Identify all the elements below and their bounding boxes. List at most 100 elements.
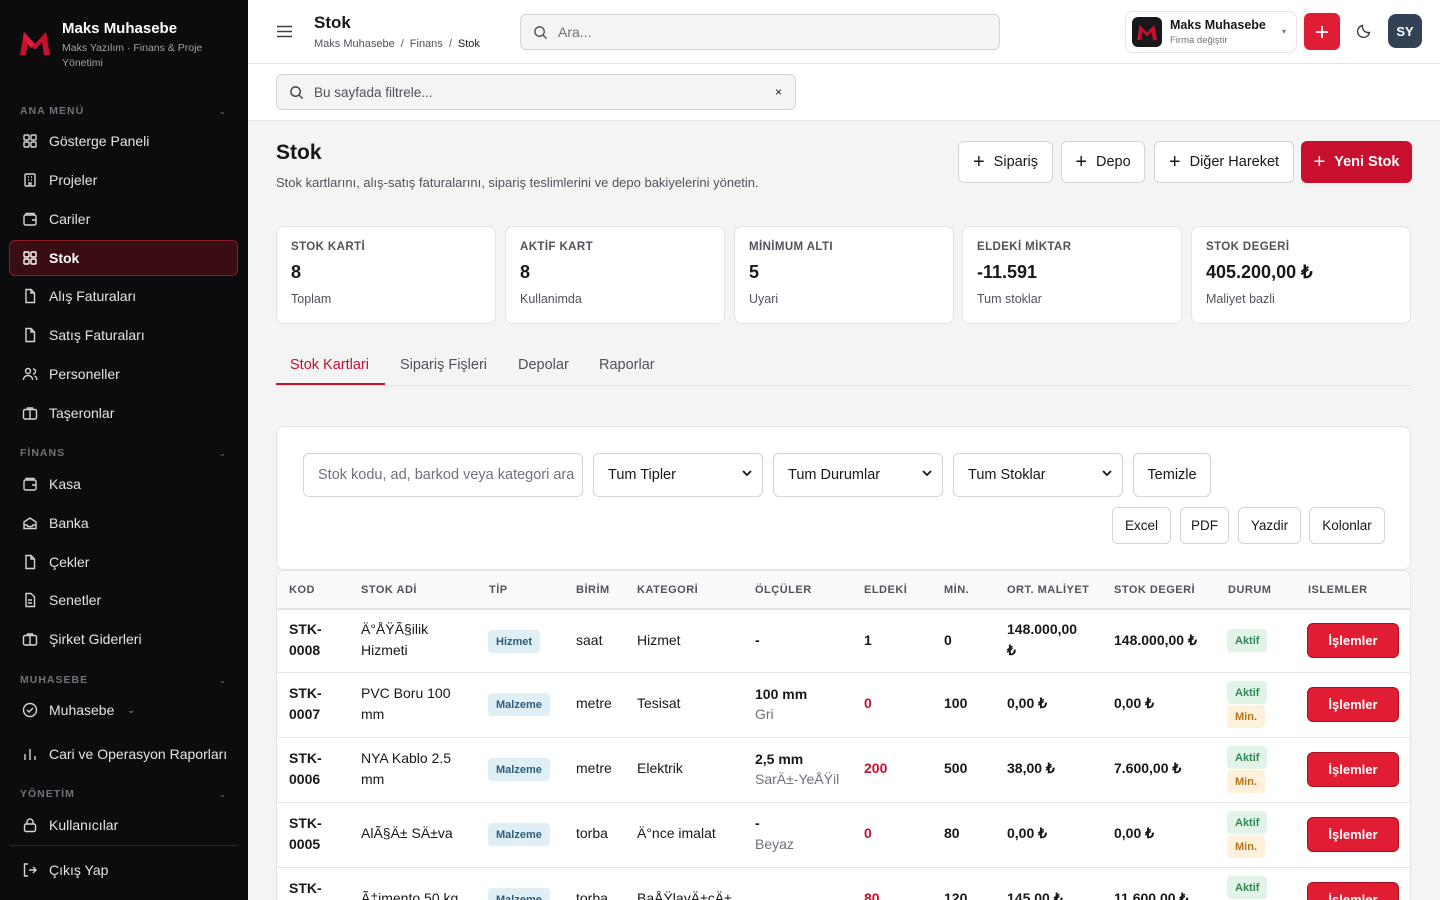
column-header[interactable]: STOK DEGERİ (1114, 584, 1195, 596)
status-badge: Aktif (1227, 811, 1268, 834)
stat-label: AKTİF KART (520, 241, 593, 253)
sidebar-item-users[interactable]: Kullanıcılar (9, 807, 238, 843)
row-actions-button[interactable]: İşlemler (1307, 752, 1399, 787)
grid-icon (23, 251, 37, 265)
row-actions-button[interactable]: İşlemler (1307, 817, 1399, 852)
table-row[interactable]: STK- 0008 Ä°ÅŸÃ§ilik Hizmeti Hizmet saat H… (277, 610, 1410, 673)
name-part: mm (361, 706, 385, 722)
warehouse-button[interactable]: + Depo (1061, 141, 1145, 183)
new-stock-label: Yeni Stok (1334, 154, 1400, 170)
cost-part: 148.000,00 (1007, 621, 1078, 637)
wallet-icon (23, 212, 37, 226)
clear-button[interactable]: Temizle (1133, 453, 1211, 497)
sidebar-item-label: Taşeronlar (49, 405, 115, 421)
row-actions-button[interactable]: İşlemler (1307, 882, 1399, 900)
sidebar-item-checks[interactable]: Çekler (9, 544, 238, 580)
users-icon (22, 367, 38, 381)
status-select[interactable]: Tum Durumlar (773, 453, 943, 497)
quick-add-button[interactable] (1304, 13, 1340, 50)
tab-stock-cards[interactable]: Stok Kartlari (290, 357, 369, 373)
sidebar-item-reports[interactable]: Cari ve Operasyon Raporları (9, 736, 238, 772)
sidebar-item-dashboard[interactable]: Gösterge Paneli (9, 123, 238, 159)
company-switcher[interactable]: Maks Muhasebe Firma değiştir ▾ (1125, 11, 1297, 53)
sidebar-item-accounts[interactable]: Cariler (9, 201, 238, 237)
avatar[interactable]: SY (1388, 14, 1422, 48)
chevron-down-icon[interactable]: ⌄ (219, 676, 226, 685)
table-row[interactable]: STK- 0007 PVC Boru 100 mm Malzeme metre Te… (277, 673, 1410, 738)
company-logo (1132, 17, 1162, 47)
sidebar-item-accounting[interactable]: Muhasebe ⌄ (9, 692, 238, 728)
print-button[interactable]: Yazdir (1238, 507, 1301, 544)
row-name: Ä°ÅŸÃ§ilik Hizmeti (361, 619, 428, 661)
hamburger-menu-icon[interactable] (276, 23, 293, 40)
sidebar-item-bank[interactable]: Banka (9, 505, 238, 541)
sidebar-item-notes[interactable]: Senetler (9, 582, 238, 618)
page-filter-input[interactable]: Bu sayfada filtrele... × (276, 74, 796, 110)
column-header[interactable]: TİP (489, 584, 508, 596)
company-switch-label: Firma değiştir (1170, 35, 1228, 46)
section-title-finance: FİNANS (20, 447, 66, 459)
excel-button[interactable]: Excel (1112, 507, 1171, 544)
order-button[interactable]: + Sipariş (958, 141, 1053, 183)
column-header[interactable]: MİN. (944, 584, 969, 596)
tab-warehouses[interactable]: Depolar (518, 357, 569, 373)
stock-search-input[interactable]: Stok kodu, ad, barkod veya kategori ara (303, 453, 583, 497)
row-code: STK- 0005 (289, 813, 322, 855)
sidebar-item-subcontractors[interactable]: Taşeronlar (9, 395, 238, 431)
sidebar-item-sales-invoices[interactable]: Satış Faturaları (9, 317, 238, 353)
column-header[interactable]: STOK ADİ (361, 584, 417, 596)
columns-button[interactable]: Kolonlar (1309, 507, 1385, 544)
sidebar-item-stock[interactable]: Stok (9, 240, 238, 276)
row-actions-button[interactable]: İşlemler (1307, 623, 1399, 658)
table-row[interactable]: STK- 0005 AlÃ§Ä± SÄ±va Malzeme torba Ä°nc… (277, 803, 1410, 868)
sidebar-item-cash[interactable]: Kasa (9, 466, 238, 502)
other-movement-button[interactable]: + Diğer Hareket (1154, 141, 1294, 183)
code-part: STK- (289, 750, 322, 766)
column-header[interactable]: BİRİM (576, 584, 610, 596)
sidebar-item-projects[interactable]: Projeler (9, 162, 238, 198)
moon-icon[interactable] (1356, 23, 1372, 39)
column-header[interactable]: ELDEKİ (864, 584, 907, 596)
type-select-value: Tum Tipler (608, 467, 676, 483)
row-size-sub: Beyaz (755, 836, 794, 852)
chevron-down-icon[interactable]: ⌄ (219, 449, 226, 458)
new-stock-button[interactable]: + Yeni Stok (1301, 141, 1412, 183)
code-part: 0008 (289, 642, 321, 658)
breadcrumb-item[interactable]: Maks Muhasebe (314, 38, 395, 50)
pdf-button[interactable]: PDF (1180, 507, 1229, 544)
chevron-down-icon[interactable]: ⌄ (219, 790, 226, 799)
column-header[interactable]: KATEGORİ (637, 584, 698, 596)
brand[interactable]: Maks Muhasebe Maks Yazılım · Finans & Pr… (18, 18, 217, 71)
column-header[interactable]: DURUM (1228, 584, 1271, 596)
row-name: AlÃ§Ä± SÄ±va (361, 825, 453, 841)
stat-value: -11.591 (977, 262, 1038, 282)
table-row[interactable]: STK- 0006 NYA Kablo 2.5 mm Malzeme metre E… (277, 738, 1410, 803)
tab-reports[interactable]: Raporlar (599, 357, 655, 373)
document-icon (25, 592, 36, 608)
tab-order-slips[interactable]: Sipariş Fişleri (400, 357, 487, 373)
column-header[interactable]: KOD (289, 584, 315, 596)
sidebar-item-label: Kasa (49, 476, 81, 492)
name-part: Hizmeti (361, 642, 408, 658)
stock-select[interactable]: Tum Stoklar (953, 453, 1123, 497)
sidebar-item-label: Şirket Giderleri (49, 631, 142, 647)
chevron-down-icon[interactable]: ⌄ (219, 107, 226, 116)
type-select[interactable]: Tum Tipler (593, 453, 763, 497)
page-subtitle: Stok kartlarını, alış-satış faturalarını… (276, 175, 759, 190)
breadcrumb-item[interactable]: Finans (410, 38, 443, 50)
row-actions-button[interactable]: İşlemler (1307, 687, 1399, 722)
global-search-input[interactable]: Ara... (520, 14, 1000, 50)
sidebar-item-company-expenses[interactable]: Şirket Giderleri (9, 621, 238, 657)
logout-button[interactable]: Çıkış Yap (9, 852, 238, 888)
clear-filter-icon[interactable]: × (775, 85, 782, 99)
column-header[interactable]: ISLEMLER (1308, 584, 1368, 596)
table-row[interactable]: STK- Ã‡imento 50 kg Malzeme torba BaÅŸla… (277, 868, 1410, 900)
column-header[interactable]: ÖLÇÜLER (755, 584, 812, 596)
bar-chart-icon (24, 749, 36, 760)
column-header[interactable]: ORT. MALİYET (1007, 584, 1089, 596)
sidebar-item-purchase-invoices[interactable]: Alış Faturaları (9, 278, 238, 314)
plus-icon: + (1168, 151, 1181, 173)
stat-card-below-min: MİNİMUM ALTI 5 Uyari (734, 226, 954, 324)
stat-value: 405.200,00 ₺ (1206, 262, 1313, 282)
sidebar-item-personnel[interactable]: Personeller (9, 356, 238, 392)
